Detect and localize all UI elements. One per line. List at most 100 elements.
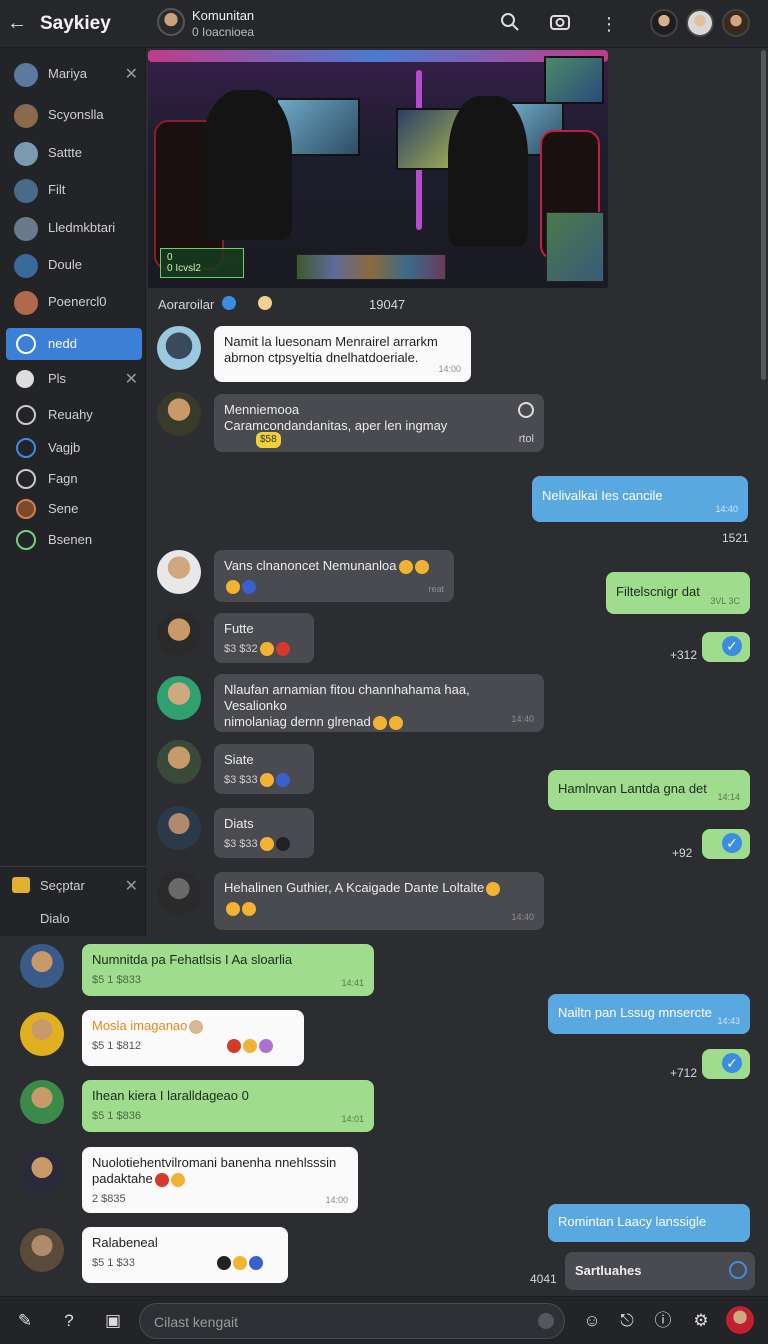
message-bubble[interactable]: Hehalinen Guthier, A Kcaigade Dante Lolt…: [214, 872, 544, 930]
sidebar-item[interactable]: Lledmkbtari: [6, 212, 142, 244]
member-avatar[interactable]: [686, 9, 714, 37]
close-icon[interactable]: ✕: [125, 876, 138, 896]
message-input[interactable]: [154, 1312, 534, 1332]
sidebar-item[interactable]: Sattte: [6, 137, 142, 169]
more-vertical-icon[interactable]: ⋮: [597, 12, 621, 36]
shared-media-image[interactable]: 0 0 Icvsl2: [148, 50, 608, 288]
sidebar-item[interactable]: Doule: [6, 249, 142, 281]
sidebar-item[interactable]: Seçptar ✕: [6, 870, 142, 902]
message-bubble[interactable]: Siate $3 $33: [214, 744, 314, 794]
message-bubble-outgoing[interactable]: Nelivalkai Ies cancile 14:40: [532, 476, 748, 522]
member-avatar[interactable]: [650, 9, 678, 37]
media-time: 19047: [369, 297, 406, 312]
sidebar-item[interactable]: Reuahy: [6, 399, 142, 431]
avatar[interactable]: [157, 612, 201, 656]
message-bubble[interactable]: Futte $3 $32: [214, 613, 314, 663]
search-icon[interactable]: [498, 12, 522, 36]
avatar[interactable]: [20, 1080, 64, 1124]
message-text: Hehalinen Guthier, A Kcaigade Dante Lolt…: [224, 880, 485, 895]
avatar[interactable]: [157, 806, 201, 850]
emoji-picker-icon[interactable]: ☺: [581, 1310, 603, 1332]
message-time: rtol: [518, 433, 534, 445]
sidebar-item[interactable]: Fagn: [6, 463, 142, 495]
attach-icon[interactable]: ✎: [14, 1310, 36, 1332]
message-bubble[interactable]: Mosla imaganao $5 1 $812: [82, 1010, 304, 1066]
info-icon[interactable]: ⓘ: [652, 1310, 674, 1332]
message-bubble-outgoing[interactable]: Romintan Laacy lanssigle: [548, 1204, 750, 1242]
sidebar-item-label: Scyonslla: [48, 107, 104, 122]
message-bubble[interactable]: Nlaufan arnamian fitou channhahama haa, …: [214, 674, 544, 732]
microphone-icon[interactable]: ⎋: [616, 1310, 638, 1332]
shield-icon: [16, 499, 36, 519]
sidebar-item[interactable]: Sene: [6, 493, 142, 525]
timestamp: 4041: [530, 1272, 557, 1286]
chat-app: ← Saykiey Komunitan 0 Ioacnioea ⋮ Mariya…: [0, 0, 768, 1344]
edit-icon[interactable]: [729, 1261, 747, 1279]
profile-avatar[interactable]: [726, 1306, 754, 1334]
sidebar-item[interactable]: Mariya ✕: [6, 58, 142, 90]
message-bubble-outgoing[interactable]: Hamlnvan Lantda gna det 14:14: [548, 770, 750, 810]
sidebar-item[interactable]: Vagjb: [6, 432, 142, 464]
avatar[interactable]: [157, 326, 201, 370]
message-bubble[interactable]: Numnitda pa Fehatlsis I Aa sloarlia $5 1…: [82, 944, 374, 996]
gallery-icon[interactable]: ▣: [102, 1310, 124, 1332]
sidebar-item-label: Doule: [48, 257, 82, 272]
sidebar-item-active[interactable]: nedd: [6, 328, 142, 360]
avatar: [14, 254, 38, 278]
avatar[interactable]: [157, 392, 201, 436]
message-bubble[interactable]: Ralabeneal $5 1 $33: [82, 1227, 288, 1283]
avatar[interactable]: [20, 1228, 64, 1272]
help-icon[interactable]: ?: [58, 1310, 80, 1332]
sidebar-item-label: Lledmkbtari: [48, 220, 116, 235]
close-icon[interactable]: ✕: [125, 369, 138, 389]
message-bubble[interactable]: Namit la luesonam Menrairel arrarkm abrn…: [214, 326, 471, 382]
avatar[interactable]: [157, 740, 201, 784]
member-avatar[interactable]: [722, 9, 750, 37]
message-bubble[interactable]: Ihean kiera I laralldageao 0 $5 1 $836 1…: [82, 1080, 374, 1132]
message-bubble-outgoing[interactable]: Sartluahes: [565, 1252, 755, 1290]
sidebar-item[interactable]: Bsenen: [6, 524, 142, 556]
scrollbar[interactable]: [761, 50, 766, 380]
settings-icon[interactable]: ⚙: [690, 1310, 712, 1332]
emoji-icon: [232, 1256, 247, 1271]
sidebar-item-label: Reuahy: [48, 407, 93, 422]
check-icon: ✓: [722, 636, 742, 656]
avatar[interactable]: [20, 1012, 64, 1056]
emoji-icon: [414, 559, 429, 574]
led-strip: [148, 50, 608, 62]
bottom-bar: ✎ ? ▣ ☺ ⎋ ⓘ ⚙: [0, 1296, 768, 1344]
message-bubble[interactable]: Nuolotiehentvilromani banenha nnehlsssin…: [82, 1147, 358, 1213]
camera-icon[interactable]: [548, 12, 572, 36]
read-receipt: ✓: [702, 829, 750, 859]
sidebar-item[interactable]: Scyonslla: [6, 99, 142, 131]
close-icon[interactable]: ✕: [125, 64, 138, 84]
avatar[interactable]: [157, 676, 201, 720]
message-text-row: Hehalinen Guthier, A Kcaigade Dante Lolt…: [224, 880, 534, 896]
avatar[interactable]: [20, 1150, 64, 1194]
message-bubble-outgoing[interactable]: Nailtn pan Lssug mnsercte 14:43: [548, 994, 750, 1034]
clear-icon[interactable]: [538, 1313, 554, 1329]
sidebar-item[interactable]: Poenercl0: [6, 286, 142, 318]
avatar[interactable]: [20, 944, 64, 988]
hud-line: 0: [167, 252, 173, 263]
sidebar-item[interactable]: Filt: [6, 174, 142, 206]
check-icon: ✓: [722, 1053, 742, 1073]
verified-icon: [222, 296, 236, 310]
avatar[interactable]: [157, 550, 201, 594]
sidebar-item-label: Vagjb: [48, 440, 81, 455]
message-bubble[interactable]: Diats $3 $33: [214, 808, 314, 858]
channel-avatar[interactable]: [157, 8, 185, 36]
message-bubble-outgoing[interactable]: Filtelscnigr dat 3VL 3C: [606, 572, 750, 614]
sidebar-item[interactable]: Dialo: [6, 903, 142, 935]
timestamp: +92: [672, 846, 693, 860]
avatar[interactable]: [157, 871, 201, 915]
channel-name[interactable]: Komunitan: [192, 8, 254, 23]
sidebar-item[interactable]: Pls ✕: [6, 363, 142, 395]
message-bubble[interactable]: Vans clnanoncet Nemunanloa reat: [214, 550, 454, 602]
back-arrow-icon[interactable]: ←: [6, 12, 28, 34]
message-time: 14:40: [715, 504, 738, 514]
message-text: Nelivalkai Ies cancile: [542, 488, 663, 503]
message-bubble[interactable]: Menniemooa Caramcondandanitas, aper len …: [214, 394, 544, 452]
emoji-icon: [170, 1172, 185, 1187]
emoji-icon: [216, 1256, 231, 1271]
